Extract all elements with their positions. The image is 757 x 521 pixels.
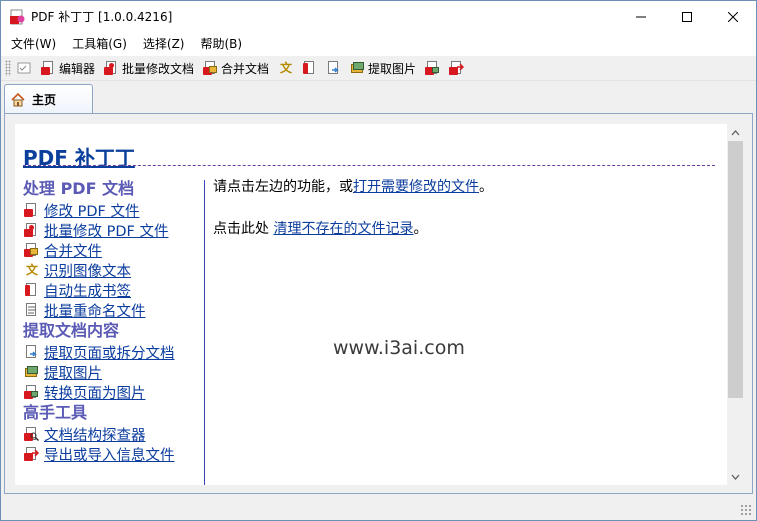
section-title-process: 处理 PDF 文档: [23, 179, 135, 198]
tab-home[interactable]: 主页: [4, 84, 93, 114]
editor-button[interactable]: 编辑器: [37, 57, 98, 79]
list-item[interactable]: 提取图片: [23, 362, 203, 382]
link-structure-inspector[interactable]: 文档结构探查器: [44, 424, 146, 445]
ocr-icon: 文: [26, 263, 39, 277]
export-import-button[interactable]: [445, 57, 467, 79]
menu-toolbox[interactable]: 工具箱(G): [64, 32, 135, 56]
export-import-icon: [448, 60, 465, 76]
scroll-up-icon[interactable]: [727, 124, 744, 141]
function-list: 处理 PDF 文档 修改 PDF 文件 批量修改 PDF 文件 合并文件 文 识…: [23, 178, 203, 464]
render-pages-icon: [23, 384, 39, 400]
extract-pages-icon: [23, 344, 39, 360]
link-render-pages[interactable]: 转换页面为图片: [44, 382, 146, 403]
link-extract-pages[interactable]: 提取页面或拆分文档: [44, 342, 175, 363]
bookmark-icon: [301, 60, 317, 76]
merge-button[interactable]: 合并文档: [199, 57, 272, 79]
link-cleanup-records[interactable]: 清理不存在的文件记录: [273, 221, 413, 237]
instruction-line-cleanup: 点击此处 清理不存在的文件记录。: [213, 221, 428, 237]
inspector-icon: [23, 426, 39, 442]
tab-strip: 主页: [1, 81, 756, 114]
vertical-scrollbar[interactable]: [727, 124, 744, 485]
menu-file[interactable]: 文件(W): [3, 32, 64, 56]
tab-home-label: 主页: [32, 93, 57, 107]
column-divider: [204, 180, 205, 485]
bookmark-icon: [23, 282, 39, 298]
menu-select[interactable]: 选择(Z): [135, 32, 193, 56]
close-icon: [728, 11, 738, 22]
title-divider: [23, 165, 715, 166]
list-item[interactable]: 导出或导入信息文件: [23, 444, 203, 464]
bookmark-button[interactable]: [298, 57, 320, 79]
extract-pages-icon: [325, 60, 341, 76]
section-title-extract: 提取文档内容: [23, 321, 120, 340]
pdf-batch-icon: [103, 60, 119, 76]
list-item[interactable]: 自动生成书签: [23, 280, 203, 300]
minimize-button[interactable]: [618, 1, 664, 32]
extract-images-icon: [23, 364, 39, 380]
merge-icon: [23, 242, 39, 258]
scrollbar-thumb[interactable]: [728, 141, 743, 398]
rename-icon: [23, 302, 39, 318]
checklist-icon: [16, 60, 32, 76]
close-button[interactable]: [710, 1, 756, 32]
app-window: PDF 补丁丁 [1.0.0.4216] 文件(W) 工具箱(G) 选择(Z) …: [0, 0, 757, 521]
toolbar: 编辑器 批量修改文档 合并文档 文 提取图片: [1, 56, 756, 81]
list-item[interactable]: 转换页面为图片: [23, 382, 203, 402]
render-pages-icon: [424, 60, 440, 76]
export-import-icon: [23, 446, 39, 462]
menu-help[interactable]: 帮助(B): [193, 32, 251, 56]
extract-images-button[interactable]: 提取图片: [346, 57, 419, 79]
list-item[interactable]: 文 识别图像文本: [23, 260, 203, 280]
pdf-batch-icon: [23, 222, 39, 238]
watermark: www.i3ai.com: [333, 337, 465, 359]
ocr-button[interactable]: 文: [274, 57, 296, 79]
pdf-edit-icon: [23, 202, 39, 218]
pdf-edit-icon: [40, 60, 56, 76]
menu-bar: 文件(W) 工具箱(G) 选择(Z) 帮助(B): [1, 32, 756, 56]
link-extract-images[interactable]: 提取图片: [44, 362, 102, 383]
toolbar-grip[interactable]: [5, 60, 11, 76]
instruction-line-open: 请点击左边的功能，或打开需要修改的文件。: [213, 179, 493, 195]
home-icon: [10, 92, 26, 108]
maximize-button[interactable]: [664, 1, 710, 32]
title-bar[interactable]: PDF 补丁丁 [1.0.0.4216]: [1, 1, 756, 32]
maximize-icon: [682, 11, 692, 22]
welcome-text: 请点击左边的功能，或打开需要修改的文件。 点击此处 清理不存在的文件记录。: [213, 176, 713, 240]
link-modify-pdf[interactable]: 修改 PDF 文件: [44, 200, 139, 221]
merge-icon: [202, 60, 218, 76]
list-item[interactable]: 修改 PDF 文件: [23, 200, 203, 220]
link-open-file[interactable]: 打开需要修改的文件: [353, 179, 479, 195]
list-item[interactable]: 合并文件: [23, 240, 203, 260]
link-batch-rename[interactable]: 批量重命名文件: [44, 300, 146, 321]
toolbar-options-button[interactable]: [13, 57, 35, 79]
list-item[interactable]: 提取页面或拆分文档: [23, 342, 203, 362]
scroll-down-icon[interactable]: [727, 468, 744, 485]
link-merge-files[interactable]: 合并文件: [44, 240, 102, 261]
page-title: PDF 补丁丁: [23, 146, 135, 170]
minimize-icon: [636, 16, 646, 17]
link-ocr[interactable]: 识别图像文本: [44, 260, 131, 281]
section-title-advanced: 高手工具: [23, 403, 88, 422]
link-export-import-info[interactable]: 导出或导入信息文件: [44, 444, 175, 465]
content-frame: PDF 补丁丁 处理 PDF 文档 修改 PDF 文件 批量修改 PDF 文件 …: [4, 113, 753, 494]
link-batch-modify-pdf[interactable]: 批量修改 PDF 文件: [44, 220, 168, 241]
list-item[interactable]: 文档结构探查器: [23, 424, 203, 444]
link-auto-bookmark[interactable]: 自动生成书签: [44, 280, 131, 301]
extract-pages-button[interactable]: [322, 57, 344, 79]
batch-modify-button[interactable]: 批量修改文档: [100, 57, 197, 79]
app-logo-icon: [9, 9, 25, 25]
home-page: PDF 补丁丁 处理 PDF 文档 修改 PDF 文件 批量修改 PDF 文件 …: [15, 124, 727, 485]
ocr-icon: 文: [280, 61, 293, 75]
resize-grip-icon[interactable]: [740, 504, 752, 516]
window-title: PDF 补丁丁 [1.0.0.4216]: [31, 10, 173, 24]
status-bar: [1, 498, 756, 520]
list-item[interactable]: 批量修改 PDF 文件: [23, 220, 203, 240]
render-pages-button[interactable]: [421, 57, 443, 79]
extract-images-icon: [349, 60, 365, 76]
list-item[interactable]: 批量重命名文件: [23, 300, 203, 320]
